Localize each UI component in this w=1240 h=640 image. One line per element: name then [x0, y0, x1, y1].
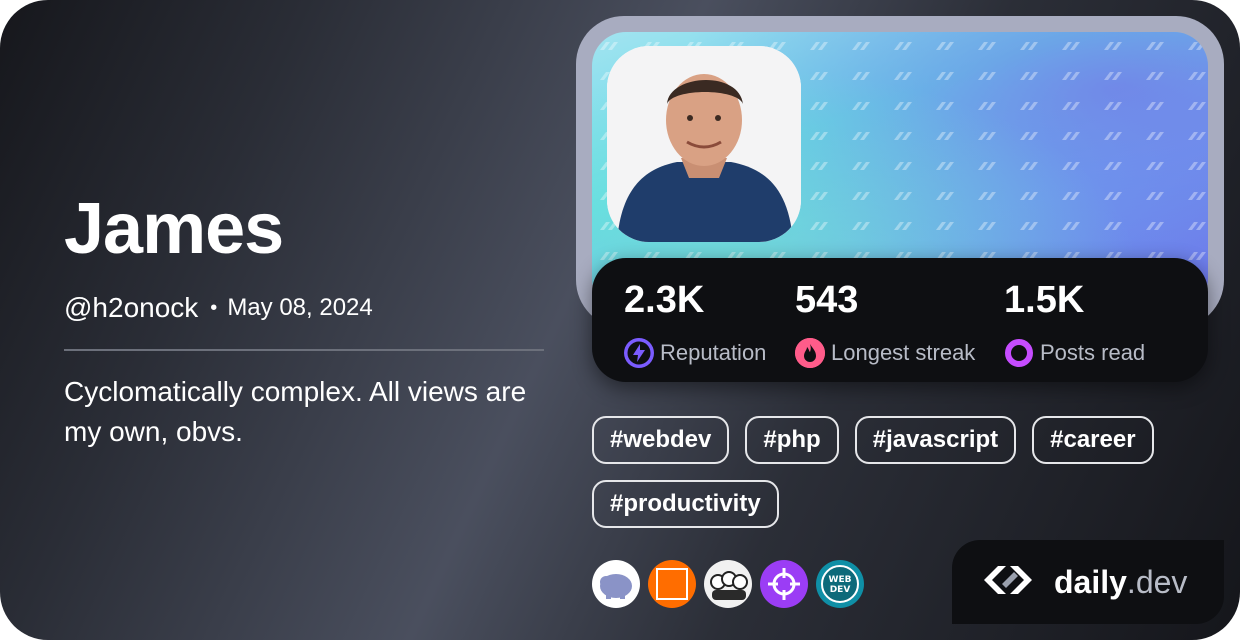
tag-webdev[interactable]: #webdev — [592, 416, 730, 464]
stat-longest-streak: 543 Longest streak — [795, 278, 975, 368]
stat-value: 543 — [795, 279, 859, 321]
avatar-photo — [607, 46, 801, 242]
tag-list: #webdev #php #javascript #career #produc… — [592, 416, 1192, 528]
separator-dot: • — [210, 296, 218, 319]
profile-handle[interactable]: @h2onock — [64, 292, 198, 324]
profile-bio: Cyclomatically complex. All views are my… — [64, 376, 527, 447]
source-list: WEB DEV — [592, 560, 864, 608]
stat-label-row: Longest streak — [795, 338, 975, 368]
php-elephant-icon[interactable] — [592, 560, 640, 608]
tag-javascript[interactable]: #javascript — [854, 416, 1017, 464]
flame-icon — [795, 338, 825, 368]
tag-career[interactable]: #career — [1032, 416, 1154, 464]
brand-wordmark: daily.dev — [1054, 564, 1187, 601]
daily-dev-logo-icon — [980, 560, 1044, 605]
stat-label-row: Reputation — [624, 338, 766, 368]
handle-row: @h2onock • May 08, 2024 — [64, 292, 373, 324]
stat-posts-read: 1.5K Posts read — [1004, 278, 1145, 368]
stat-value: 1.5K — [1004, 279, 1085, 321]
tag-php[interactable]: #php — [745, 416, 839, 464]
stat-label: Reputation — [660, 340, 767, 365]
crosshair-icon[interactable] — [760, 560, 808, 608]
ring-icon — [1004, 338, 1034, 368]
avatar[interactable] — [607, 46, 801, 242]
svg-text:DEV: DEV — [830, 585, 851, 595]
stat-label-row: Posts read — [1004, 338, 1145, 368]
joined-date: May 08, 2024 — [227, 294, 373, 321]
comic-faces-icon[interactable] — [704, 560, 752, 608]
profile-card: James @h2onock • May 08, 2024 Cyclomatic… — [0, 0, 1240, 640]
stat-label: Posts read — [1040, 340, 1146, 365]
tag-productivity[interactable]: #productivity — [592, 480, 779, 528]
svg-text:WEB: WEB — [829, 575, 852, 585]
divider — [64, 349, 544, 351]
brand-suffix: .dev — [1126, 563, 1188, 600]
hacker-news-icon[interactable] — [648, 560, 696, 608]
lightning-icon — [624, 338, 654, 368]
webdev-badge-icon[interactable]: WEB DEV — [816, 560, 864, 608]
stat-reputation: 2.3K Reputation — [624, 278, 766, 368]
brand-footer: daily.dev — [952, 540, 1224, 624]
stats-panel: 2.3K Reputation 543 Longest streak 1.5K — [592, 258, 1208, 382]
stat-label: Longest streak — [831, 340, 976, 365]
profile-name: James — [64, 189, 284, 269]
brand-main: daily — [1054, 563, 1127, 600]
stat-value: 2.3K — [624, 279, 705, 321]
